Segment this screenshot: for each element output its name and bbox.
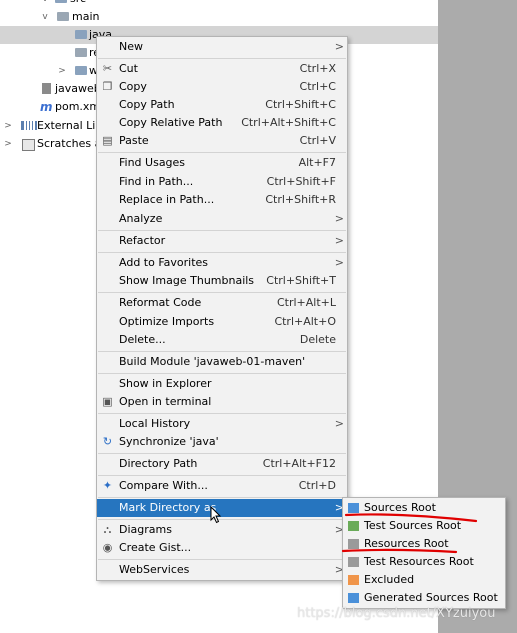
watermark-text: https://blog.csdn.net/XYzuiyou <box>297 606 496 621</box>
annotation-underline <box>344 513 478 523</box>
annotation-overlay <box>341 513 478 554</box>
annotation-underline <box>341 548 458 554</box>
mouse-pointer-icon <box>210 506 222 524</box>
